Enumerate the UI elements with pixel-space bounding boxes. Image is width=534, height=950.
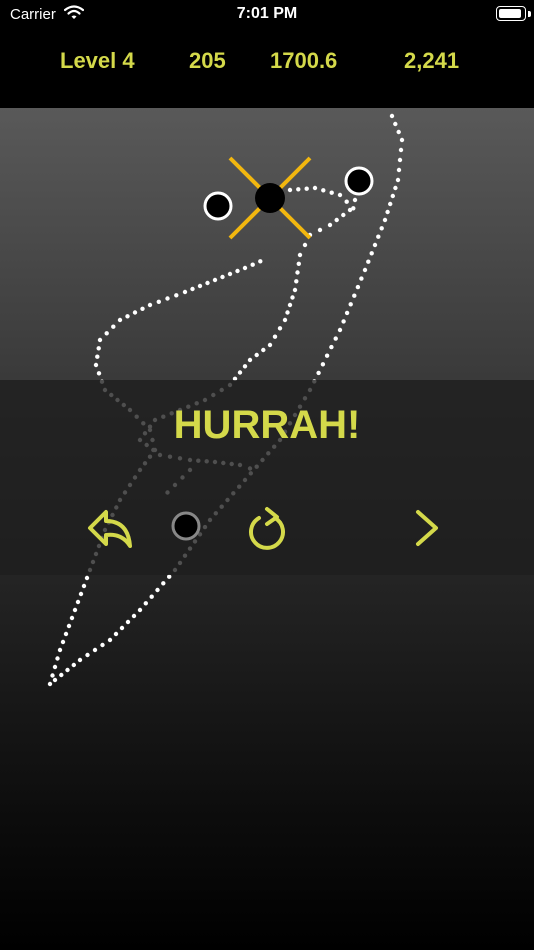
ball-right: [344, 166, 374, 196]
next-button[interactable]: [410, 508, 444, 548]
marker-button[interactable]: [170, 510, 202, 542]
chevron-right-icon: [416, 510, 438, 546]
undo-button[interactable]: [86, 506, 134, 550]
circle-icon: [171, 511, 201, 541]
ball-left: [203, 191, 233, 221]
target-hole: [255, 183, 285, 213]
restart-icon: [249, 507, 285, 550]
undo-icon: [88, 510, 132, 548]
restart-button[interactable]: [245, 506, 289, 552]
result-message: HURRAH!: [173, 403, 361, 447]
target-cross-icon: [228, 156, 312, 240]
